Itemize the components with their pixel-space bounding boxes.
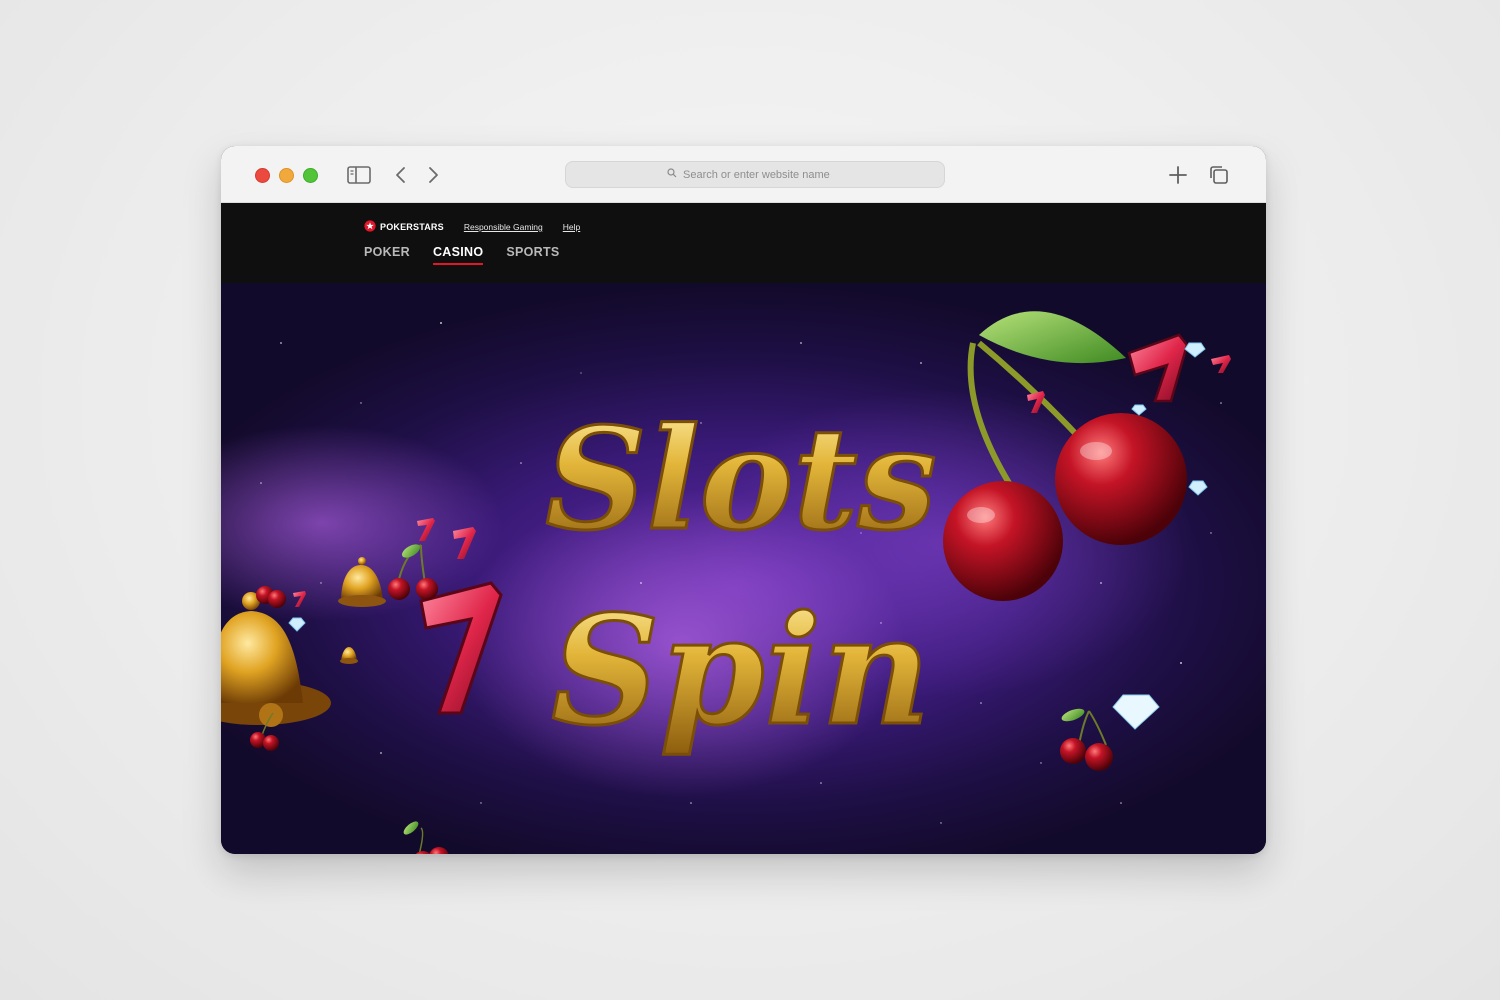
- star-icon: [364, 220, 376, 234]
- address-input[interactable]: [683, 168, 843, 181]
- hero-banner[interactable]: Slots Spin: [221, 283, 1266, 854]
- cherries-icon: [1060, 708, 1113, 771]
- pokerstars-logo[interactable]: POKERSTARS: [364, 220, 444, 234]
- new-tab-icon[interactable]: [1167, 162, 1189, 188]
- forward-icon[interactable]: [424, 162, 442, 188]
- maximize-window-button[interactable]: [303, 168, 318, 183]
- bell-icon: [221, 592, 331, 727]
- sidebar-icon[interactable]: [346, 162, 372, 188]
- cherries-icon: [403, 821, 449, 854]
- help-link[interactable]: Help: [563, 222, 580, 232]
- seven-icon: [453, 527, 476, 559]
- top-links-row: POKERSTARS Responsible Gaming Help: [364, 220, 580, 234]
- tabs-overview-icon[interactable]: [1207, 162, 1231, 188]
- nav-sports[interactable]: SPORTS: [506, 245, 559, 265]
- browser-window: POKERSTARS Responsible Gaming Help POKER…: [221, 146, 1266, 854]
- minimize-window-button[interactable]: [279, 168, 294, 183]
- main-nav: POKER CASINO SPORTS: [364, 245, 560, 265]
- hero-title-line2: Spin: [551, 583, 930, 759]
- seven-icon: [417, 518, 435, 541]
- brand-name: POKERSTARS: [380, 222, 444, 232]
- bell-icon: [338, 557, 386, 607]
- back-icon[interactable]: [392, 162, 410, 188]
- diamond-icon: [1112, 694, 1160, 730]
- search-icon: [667, 168, 677, 181]
- address-bar[interactable]: [565, 161, 945, 188]
- browser-toolbar: [221, 146, 1266, 203]
- diamond-icon: [1184, 342, 1206, 358]
- nav-casino[interactable]: CASINO: [432, 245, 484, 265]
- diamond-icon: [1188, 480, 1208, 496]
- hero-title: Slots Spin: [544, 397, 938, 761]
- seven-icon: [1127, 333, 1189, 403]
- responsible-gaming-link[interactable]: Responsible Gaming: [464, 222, 543, 232]
- cherries-icon: [256, 586, 286, 608]
- nav-poker[interactable]: POKER: [364, 245, 410, 265]
- hero-artwork: Slots Spin: [221, 311, 1231, 854]
- hero-title-line1: Slots: [545, 398, 936, 562]
- cherries-icon: [388, 544, 438, 600]
- close-window-button[interactable]: [255, 168, 270, 183]
- site-header: POKERSTARS Responsible Gaming Help POKER…: [221, 203, 1266, 283]
- seven-icon: [1211, 355, 1231, 373]
- diamond-icon: [288, 617, 306, 632]
- diamond-icon: [1131, 404, 1147, 416]
- seven-icon: [419, 581, 503, 715]
- seven-icon: [293, 591, 306, 607]
- bell-icon: [340, 647, 358, 664]
